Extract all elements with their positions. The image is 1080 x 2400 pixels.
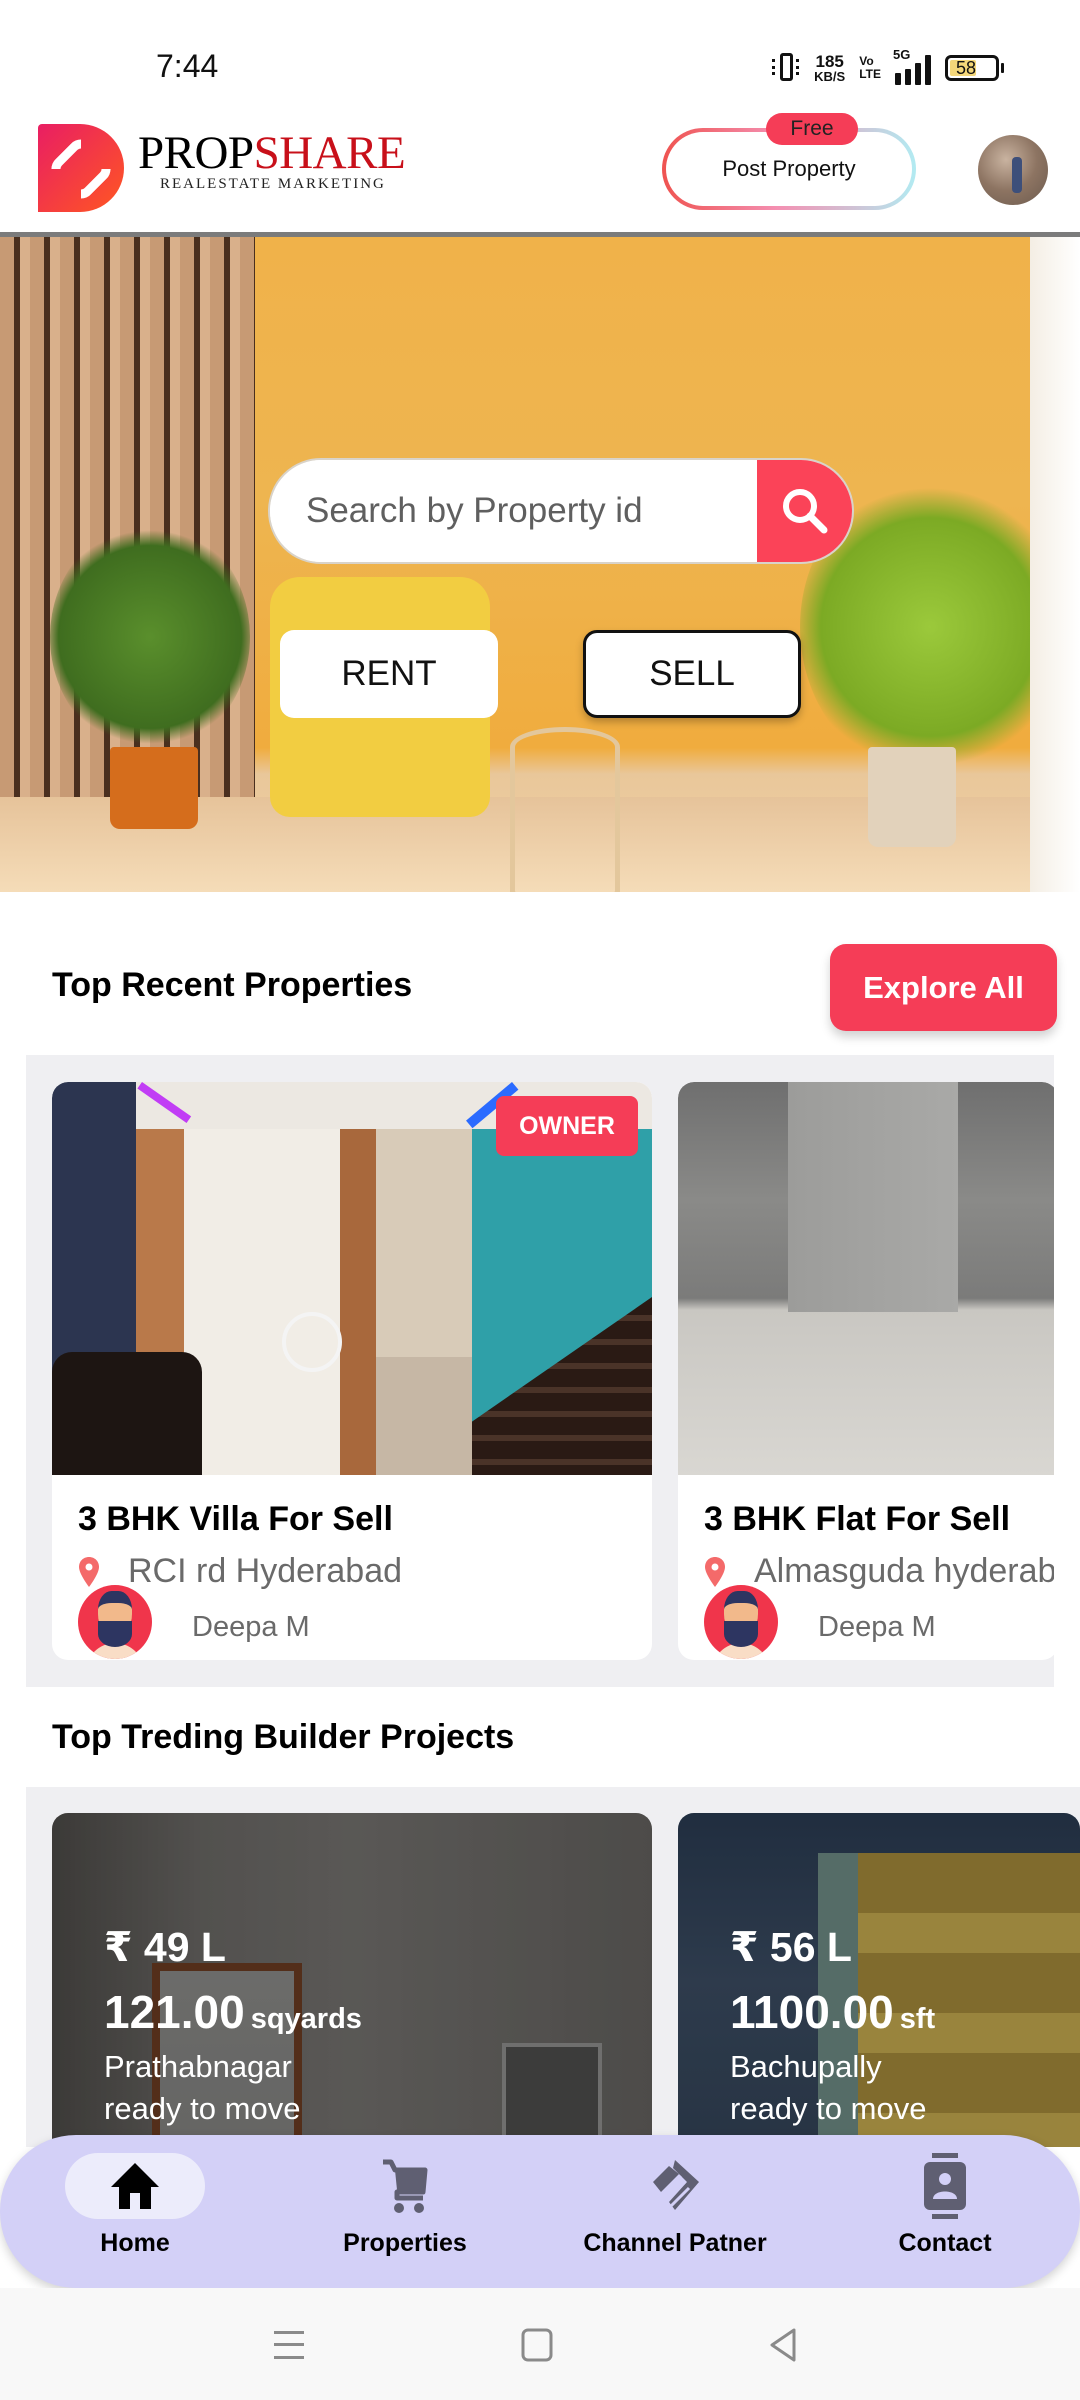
nav-active-indicator xyxy=(65,2153,205,2219)
propshare-logo[interactable]: PROPSHARE REALESTATE MARKETING xyxy=(38,124,418,216)
side-table-decor xyxy=(510,727,620,892)
builder-projects-carousel[interactable]: ₹ 49 L 121.00 sqyards Prathabnagar ready … xyxy=(26,1787,1080,2147)
logo-title: PROPSHARE xyxy=(138,126,406,180)
recent-properties-carousel[interactable]: OWNER 3 BHK Villa For Sell RCI rd Hydera… xyxy=(26,1055,1054,1687)
signal-bar xyxy=(895,73,901,85)
hero-banner xyxy=(0,237,1080,892)
property-image xyxy=(678,1082,1054,1475)
search-button[interactable] xyxy=(757,460,852,562)
system-navigation-bar xyxy=(0,2288,1080,2400)
system-home-button[interactable] xyxy=(512,2320,562,2370)
location-pin-icon xyxy=(705,1556,725,1587)
rent-button[interactable]: RENT xyxy=(280,630,498,718)
logo-title-prop: PROP xyxy=(138,127,254,179)
project-area-value: 1100.00 xyxy=(730,1986,894,2038)
signal-bar xyxy=(925,55,931,85)
status-time: 7:44 xyxy=(156,48,219,84)
owner-badge: OWNER xyxy=(496,1096,638,1156)
user-avatar[interactable] xyxy=(978,135,1048,205)
builder-project-card[interactable]: ₹ 56 L 1100.00 sft Bachupally ready to mo… xyxy=(678,1813,1080,2147)
logo-title-share: SHARE xyxy=(253,127,406,179)
handshake-icon xyxy=(653,2160,699,2210)
property-id-search-input[interactable] xyxy=(270,460,757,562)
system-back-button[interactable] xyxy=(758,2320,808,2370)
network-speed-value: 185 xyxy=(815,52,844,71)
nav-item-properties[interactable]: Properties xyxy=(285,2153,525,2271)
property-title: 3 BHK Flat For Sell xyxy=(704,1500,1011,1538)
sell-button[interactable]: SELL xyxy=(583,630,801,718)
bottom-navigation: Home Properties Channel Patner Contact xyxy=(0,2135,1080,2288)
explore-all-button[interactable]: Explore All xyxy=(830,944,1057,1031)
square-icon xyxy=(521,2328,553,2362)
curtain-decor xyxy=(1030,237,1080,892)
nav-label: Contact xyxy=(898,2229,992,2257)
network-speed-unit: KB/S xyxy=(814,69,846,84)
logo-subtitle: REALESTATE MARKETING xyxy=(160,176,386,192)
network-speed: 185 KB/S xyxy=(814,53,845,83)
signal-bar xyxy=(905,69,911,85)
battery-fill: 58 xyxy=(950,58,977,78)
project-area-value: 121.00 xyxy=(104,1986,245,2038)
volte-bottom: LTE xyxy=(859,67,881,81)
signal-icon: 5G xyxy=(893,47,931,85)
search-icon xyxy=(782,489,827,534)
signal-bar xyxy=(915,63,921,85)
property-owner: Deepa M xyxy=(704,1585,936,1659)
plant-pot-decor xyxy=(110,747,198,829)
owner-name: Deepa M xyxy=(192,1610,310,1643)
project-price: ₹ 56 L xyxy=(730,1924,852,1970)
property-owner: Deepa M xyxy=(78,1585,310,1659)
logo-mark-icon xyxy=(38,124,124,212)
property-card[interactable]: OWNER 3 BHK Villa For Sell RCI rd Hydera… xyxy=(52,1082,652,1660)
home-icon xyxy=(111,2163,159,2209)
owner-avatar xyxy=(78,1585,152,1659)
menu-lines-icon xyxy=(274,2331,304,2359)
owner-name: Deepa M xyxy=(818,1610,936,1643)
back-triangle-icon xyxy=(770,2328,796,2362)
builder-projects-title: Top Treding Builder Projects xyxy=(52,1718,515,1756)
location-pin-icon xyxy=(79,1556,99,1587)
project-area-unit: sft xyxy=(899,2003,936,2035)
project-status: ready to move xyxy=(730,2091,927,2126)
status-icons: 185 KB/S Vo LTE 5G 58 xyxy=(772,47,1004,88)
contact-card-icon xyxy=(924,2153,966,2219)
free-badge: Free xyxy=(766,113,858,145)
nav-label: Channel Patner xyxy=(583,2229,767,2257)
lemon-tree-decor xyxy=(50,522,250,752)
nav-item-channel-partner[interactable]: Channel Patner xyxy=(555,2153,795,2271)
battery-icon: 58 xyxy=(945,55,1004,81)
builder-project-card[interactable]: ₹ 49 L 121.00 sqyards Prathabnagar ready … xyxy=(52,1813,652,2147)
project-area: 1100.00 sft xyxy=(730,1985,935,2039)
property-card[interactable]: 3 BHK Flat For Sell Almasguda hyderabad … xyxy=(678,1082,1054,1660)
project-price: ₹ 49 L xyxy=(104,1924,226,1970)
property-image: OWNER xyxy=(52,1082,652,1475)
owner-avatar xyxy=(704,1585,778,1659)
recent-apps-button[interactable] xyxy=(264,2320,314,2370)
battery-level: 58 xyxy=(956,58,977,78)
project-area-unit: sqyards xyxy=(250,2003,362,2035)
project-location: Prathabnagar xyxy=(104,2049,292,2084)
vibrate-icon xyxy=(772,51,800,85)
cart-icon xyxy=(383,2159,428,2213)
network-type: 5G xyxy=(893,47,911,62)
project-status: ready to move xyxy=(104,2091,301,2126)
nav-item-home[interactable]: Home xyxy=(15,2153,255,2271)
nav-label: Home xyxy=(100,2229,170,2257)
project-location: Bachupally xyxy=(730,2049,882,2084)
nav-label: Properties xyxy=(343,2229,467,2257)
basket-pot-decor xyxy=(868,747,956,847)
volte-icon: Vo LTE xyxy=(859,55,881,80)
nav-item-contact[interactable]: Contact xyxy=(825,2153,1065,2271)
recent-properties-title: Top Recent Properties xyxy=(52,966,413,1004)
property-search xyxy=(268,458,854,564)
project-area: 121.00 sqyards xyxy=(104,1985,362,2039)
property-title: 3 BHK Villa For Sell xyxy=(78,1500,393,1538)
